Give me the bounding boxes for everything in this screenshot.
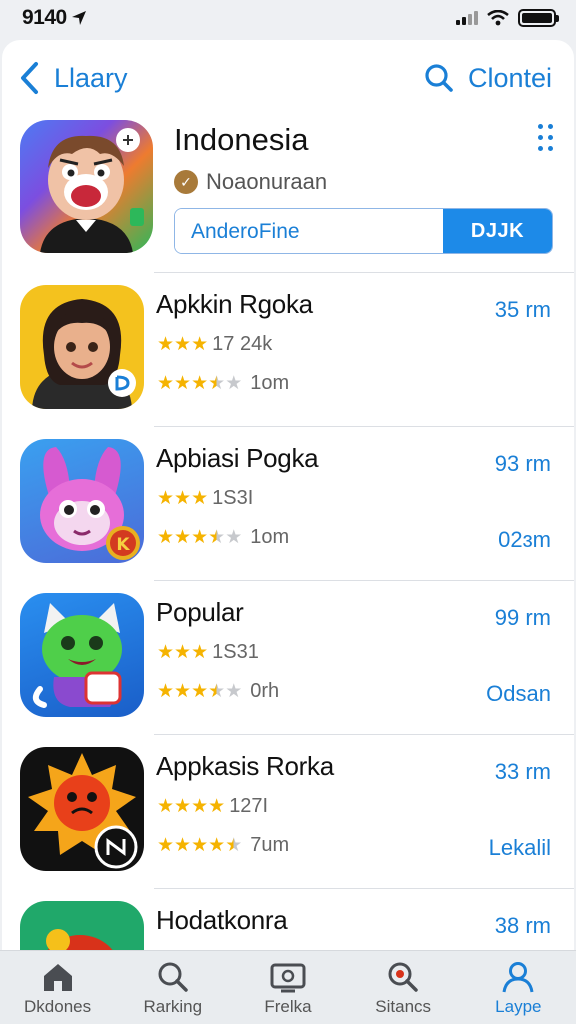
status-time-text: 9140 <box>22 6 67 29</box>
tab-ranking[interactable]: Rarking <box>115 951 230 1017</box>
app-icon-girl <box>20 285 144 409</box>
search-button[interactable]: Clontei <box>424 63 552 94</box>
star-rating-icon: ★★★★ <box>157 796 226 817</box>
battery-icon <box>518 9 559 27</box>
person-icon <box>502 962 534 993</box>
rating-line: ★ ★ ★ ★ ★ 0rh <box>157 680 279 703</box>
tab-bar: Dkdones Rarking Frelka Sitancs Laype <box>0 950 576 1024</box>
app-title: Appkasis Rorka <box>156 751 334 781</box>
star-rating-icon: ★ ★ ★ ★ ★ <box>157 527 243 548</box>
location-arrow-icon <box>71 11 86 25</box>
tab-home[interactable]: Dkdones <box>0 951 115 1017</box>
cartoon-character-icon <box>40 128 144 253</box>
search-icon <box>158 962 188 992</box>
tab-label: Dkdones <box>24 997 92 1016</box>
app-size: 35 rm <box>494 297 551 322</box>
rating-count: 1S31 <box>212 641 259 663</box>
app-title: Hodatkonra <box>156 905 288 935</box>
divider <box>154 888 574 889</box>
rating-count: 17 24k <box>212 333 273 355</box>
app-meta: 7um <box>250 834 290 856</box>
tab-frelka[interactable]: Frelka <box>230 951 345 1017</box>
app-icon-sun <box>20 747 144 871</box>
app-card: Llaary Clontei Indonesia ✓ Noaonuraan An… <box>2 40 574 950</box>
nav-bar: Llaary Clontei <box>2 40 574 116</box>
get-button[interactable]: DJJK <box>443 209 552 253</box>
rating-line: ★ ★ ★ ★ 127I <box>157 795 268 818</box>
list-item[interactable]: Appkasis Rorka 33 rm ★ ★ ★ ★ 127I ★ ★ ★ ★ ★ 7um… <box>2 734 574 889</box>
status-bar: 9140 <box>0 0 576 36</box>
app-action[interactable]: Odsan <box>486 681 551 707</box>
list-item[interactable]: Apkkin Rgoka 35 rm ★ ★ ★ 17 24k ★ ★ ★ ★ ★ 1om <box>2 272 574 427</box>
divider <box>154 426 574 427</box>
list-item[interactable]: Popular 99 rm ★ ★ ★ 1S31 ★ ★ ★ ★ ★ 0rh Odsan <box>2 580 574 735</box>
divider <box>154 272 574 273</box>
app-title: Apkkin Rgoka <box>156 289 313 319</box>
rating-count: 127I <box>229 795 269 817</box>
more-options-icon[interactable] <box>538 124 554 151</box>
cellular-signal-icon <box>456 11 478 25</box>
featured-app: Indonesia ✓ Noaonuraan AnderoFine DJJK <box>20 120 560 255</box>
app-action[interactable]: Lekalil <box>489 835 551 861</box>
app-size: 99 rm <box>494 605 551 630</box>
app-meta: 1om <box>250 372 290 394</box>
app-size: 33 rm <box>494 759 551 784</box>
star-rating-icon: ★ ★ ★ <box>157 334 209 355</box>
app-icon-red-character <box>20 901 144 950</box>
tab-label: Frelka <box>264 997 312 1016</box>
tab-label: Rarking <box>143 997 203 1016</box>
app-action[interactable]: 02ɜm <box>498 527 551 553</box>
rating-line: ★ ★ ★ ★ ★ 7um <box>157 834 289 857</box>
rating-line: ★ ★ ★ ★ ★ 1om <box>157 526 289 549</box>
list-item[interactable]: K Apbiasi Pogka 93 rm ★ ★ ★ 1S3I ★ ★ ★ ★ ★ 1om… <box>2 426 574 581</box>
divider <box>154 734 574 735</box>
star-rating-icon: ★ ★ ★ <box>157 642 209 663</box>
list-item[interactable]: Hodatkonra 38 rm ★★★★ <box>2 888 574 950</box>
star-rating-icon: ★ ★ ★ ★ ★ <box>157 835 243 856</box>
back-label: Llaary <box>54 62 128 93</box>
tab-label: Laype <box>495 997 542 1016</box>
featured-app-icon[interactable] <box>20 120 153 253</box>
developer-name: Noaonuraan <box>206 169 328 194</box>
developer-badge-icon: ✓ <box>174 170 198 194</box>
app-size: 38 rm <box>494 913 551 938</box>
tv-icon <box>270 963 306 993</box>
wifi-icon <box>487 10 509 26</box>
app-title: Popular <box>156 597 244 627</box>
tab-label: Sitancs <box>375 997 432 1016</box>
app-icon-cat <box>20 593 144 717</box>
status-time: 9140 <box>22 6 87 30</box>
star-rating-icon: ★ ★ ★ ★ ★ <box>157 681 243 702</box>
divider <box>154 580 574 581</box>
featured-app-title: Indonesia <box>174 122 309 157</box>
app-size: 93 rm <box>494 451 551 476</box>
app-meta: 1om <box>250 526 290 548</box>
search-label: Clontei <box>467 62 552 93</box>
search-icon <box>388 962 418 992</box>
app-icon-bunny: K <box>20 439 144 563</box>
rating-count: 1S3I <box>212 487 254 509</box>
chevron-left-icon <box>21 62 38 94</box>
app-meta: 0rh <box>250 680 280 702</box>
developer-info: ✓ Noaonuraan <box>174 169 327 195</box>
star-rating-icon: ★ ★ ★ <box>157 488 209 509</box>
tab-search[interactable]: Sitancs <box>346 951 461 1017</box>
search-icon <box>425 64 453 92</box>
tab-profile[interactable]: Laype <box>461 951 576 1017</box>
app-title: Apbiasi Pogka <box>156 443 319 473</box>
svg-text:K: K <box>116 535 130 555</box>
rating-line: ★ ★ ★ 1S31 <box>157 641 259 664</box>
rating-line: ★ ★ ★ ★ ★ 1om <box>157 372 289 395</box>
back-button[interactable]: Llaary <box>18 61 128 95</box>
home-icon <box>43 964 72 991</box>
rating-line: ★ ★ ★ 17 24k <box>157 333 272 356</box>
status-icons <box>456 9 559 27</box>
featured-input[interactable]: AnderoFine <box>175 209 443 253</box>
featured-action-field: AnderoFine DJJK <box>174 208 553 254</box>
rating-line: ★ ★ ★ 1S3I <box>157 487 253 510</box>
star-rating-icon: ★ ★ ★ ★ ★ <box>157 373 243 394</box>
